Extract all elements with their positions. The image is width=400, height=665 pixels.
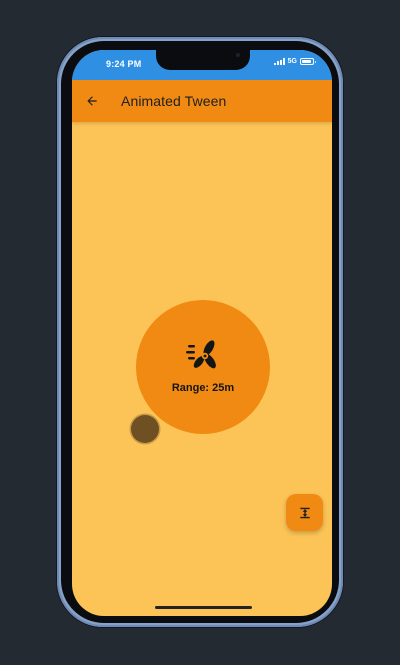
signal-bars-icon (273, 58, 285, 65)
stage: 9:24 PM 5G Animated Tween Range: 25m (0, 0, 400, 665)
status-time: 9:24 PM (106, 59, 142, 69)
drone-fan-icon (186, 340, 216, 369)
page-title: Animated Tween (121, 93, 227, 109)
home-indicator[interactable] (155, 606, 252, 609)
phone-screen: 9:24 PM 5G Animated Tween Range: 25m (72, 50, 332, 616)
range-drag-handle[interactable] (131, 415, 159, 443)
status-indicators: 5G (273, 58, 316, 65)
vertical-expand-icon (299, 507, 310, 518)
resize-fab[interactable] (286, 494, 323, 531)
back-button[interactable] (82, 91, 102, 111)
main-content: Range: 25m (72, 122, 332, 616)
network-label: 5G (287, 58, 297, 65)
app-bar: Animated Tween (72, 80, 332, 122)
battery-icon (300, 58, 316, 65)
range-label: Range: 25m (171, 382, 235, 394)
front-camera-icon (236, 53, 240, 57)
range-circle: Range: 25m (136, 300, 270, 434)
camera-notch (156, 50, 250, 70)
arrow-left-icon (87, 96, 97, 106)
